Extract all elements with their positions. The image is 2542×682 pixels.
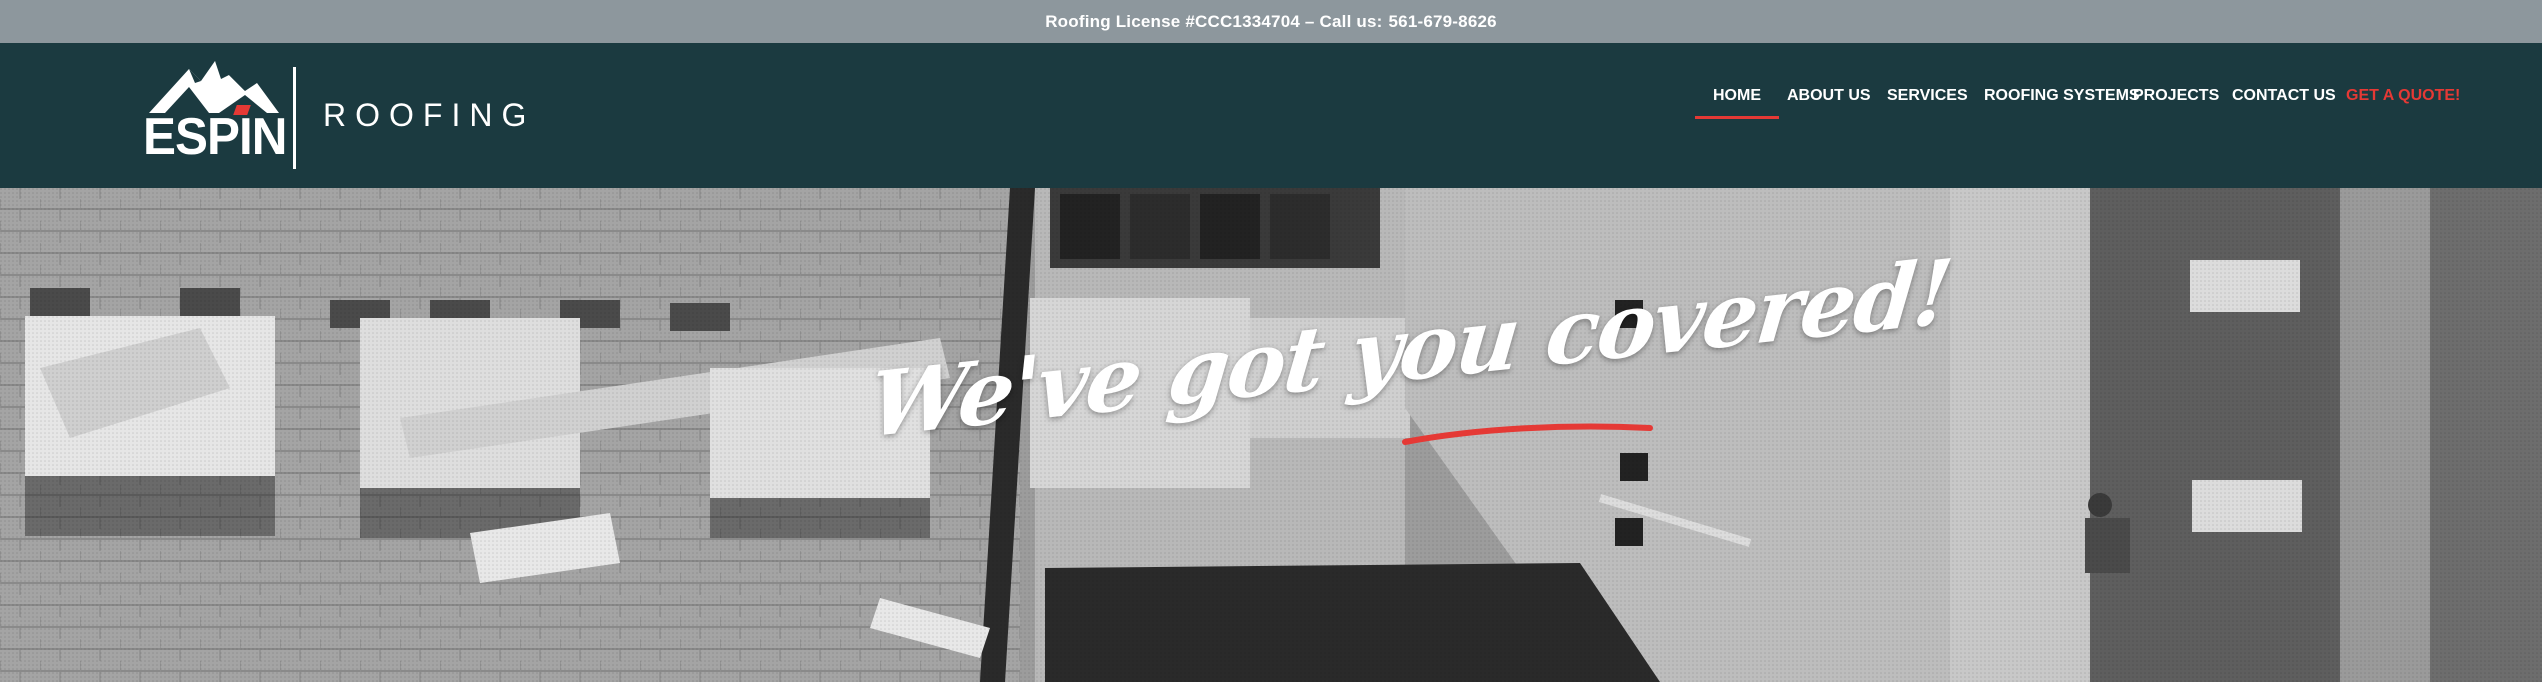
phone-link[interactable]: 561-679-8626	[1389, 12, 1497, 32]
headline-underline-swash	[1402, 423, 1653, 445]
license-text: Roofing License #CCC1334704 – Call us:	[1045, 11, 1383, 31]
site-header: ESPIN ROOFING HOME ABOUT US SERVICES ROO…	[0, 43, 2542, 188]
nav-item-home[interactable]: HOME	[1695, 87, 1779, 147]
nav-item-roofing-systems[interactable]: ROOFING SYSTEMS	[1984, 87, 2140, 147]
get-a-quote-button[interactable]: GET A QUOTE!	[2346, 87, 2460, 147]
nav-item-projects[interactable]: PROJECTS	[2133, 87, 2219, 147]
nav-item-services[interactable]: SERVICES	[1887, 87, 1968, 147]
nav-item-about-us[interactable]: ABOUT US	[1787, 87, 1871, 147]
main-nav: HOME ABOUT US SERVICES ROOFING SYSTEMS P…	[0, 87, 2542, 147]
hero-banner: We've got you covered!	[0, 188, 2542, 682]
nav-item-contact-us[interactable]: CONTACT US	[2232, 87, 2336, 147]
top-info-bar: Roofing License #CCC1334704 – Call us: 5…	[0, 0, 2542, 43]
